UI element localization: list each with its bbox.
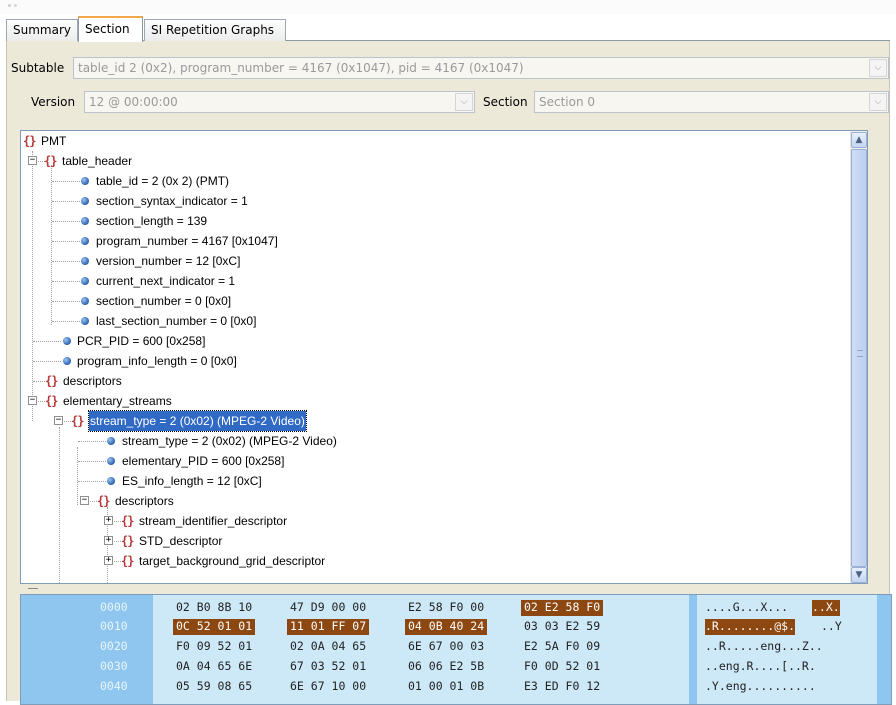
blue-dot-icon [63, 337, 71, 345]
hex-offset: 0020 [100, 639, 128, 653]
hex-ascii: ..R.....eng...Z.. [705, 639, 823, 653]
section-tree[interactable]: {} PMT − {} table_header table_id = 2 (0… [20, 130, 868, 584]
hex-group: 6E 67 10 00 [290, 679, 367, 693]
chevron-down-icon[interactable]: ⌵ [455, 93, 473, 111]
hex-group: 03 03 E2 59 [524, 619, 601, 633]
hex-offset: 0010 [100, 619, 128, 633]
pane-splitter[interactable] [20, 586, 868, 594]
scroll-up-icon[interactable]: ▲ [851, 132, 867, 148]
hex-group: 02 B0 8B 10 [176, 600, 253, 614]
hex-group: 05 59 08 65 [176, 679, 253, 693]
hex-row: 0000 02 B0 8B 10 47 D9 00 00 E2 58 F0 00… [21, 598, 891, 617]
blue-dot-icon [81, 257, 89, 265]
tab-si-repetition-graphs[interactable]: SI Repetition Graphs [144, 19, 286, 41]
section-select[interactable]: Section 0 ⌵ [534, 91, 889, 113]
blue-dot-icon [81, 277, 89, 285]
hex-row: 0020 F0 09 52 01 02 0A 04 65 6E 67 00 03… [21, 637, 891, 656]
hex-ascii: ..eng.R....[..R. [705, 659, 816, 673]
brace-icon: {} [121, 554, 134, 568]
collapse-icon[interactable]: − [28, 156, 37, 165]
brace-icon: {} [44, 154, 57, 168]
version-label: Version [31, 95, 76, 109]
hex-row: 0010 0C 52 01 01 11 01 FF 07 04 0B 40 24… [21, 617, 891, 636]
hex-group: 67 03 52 01 [290, 659, 367, 673]
hex-ascii: .Y.eng.......... [705, 679, 816, 693]
brace-icon: {} [121, 534, 134, 548]
top-strip [0, 0, 896, 14]
hex-group: 0A 04 65 6E [176, 659, 253, 673]
hex-group: E3 ED F0 12 [524, 679, 601, 693]
blue-dot-icon [63, 357, 71, 365]
chevron-down-icon[interactable]: ⌵ [869, 59, 887, 77]
hex-group: 01 00 01 0B [408, 679, 485, 693]
blue-dot-icon [107, 477, 115, 485]
collapse-icon[interactable]: − [80, 496, 89, 505]
brace-icon: {} [121, 514, 134, 528]
hex-group-highlighted: 11 01 FF 07 [287, 619, 370, 635]
hex-group: 06 06 E2 5B [408, 659, 485, 673]
hex-group: F0 09 52 01 [176, 639, 253, 653]
hex-offset: 0040 [100, 679, 128, 693]
brace-icon: {} [45, 394, 58, 408]
drag-grip-icon[interactable] [8, 4, 11, 7]
hex-offset: 0030 [100, 659, 128, 673]
tab-section[interactable]: Section [78, 16, 143, 42]
hex-group: E2 58 F0 00 [408, 600, 485, 614]
hex-ascii-highlighted: ..X. [812, 600, 840, 616]
brace-icon: {} [45, 374, 58, 388]
blue-dot-icon [81, 177, 89, 185]
blue-dot-icon [81, 297, 89, 305]
tree-connector [77, 447, 78, 505]
hex-ascii: ....G...X... [705, 600, 789, 614]
scroll-down-icon[interactable]: ▼ [851, 567, 867, 583]
hex-row: 0040 05 59 08 65 6E 67 10 00 01 00 01 0B… [21, 677, 891, 696]
hex-group: 6E 67 00 03 [408, 639, 485, 653]
hex-group: E2 5A F0 09 [524, 639, 601, 653]
expand-icon[interactable]: + [104, 516, 113, 525]
brace-icon: {} [71, 414, 84, 428]
collapse-icon[interactable]: − [28, 396, 37, 405]
hex-group: 02 0A 04 65 [290, 639, 367, 653]
collapse-icon[interactable]: − [54, 416, 63, 425]
tab-bar: Summary Section SI Repetition Graphs [6, 16, 890, 42]
hex-group-highlighted: 04 0B 40 24 [405, 619, 488, 635]
hex-ascii: ..Y [821, 619, 842, 633]
blue-dot-icon [81, 317, 89, 325]
hex-ascii-highlighted: .R........@$. [705, 619, 796, 635]
hex-group-highlighted: 02 E2 58 F0 [521, 600, 604, 616]
hex-group-highlighted: 0C 52 01 01 [173, 619, 256, 635]
blue-dot-icon [81, 217, 89, 225]
subtable-value: table_id 2 (0x2), program_number = 4167 … [78, 61, 524, 75]
subtable-label: Subtable [11, 61, 65, 75]
scroll-thumb[interactable] [851, 149, 867, 567]
hex-view[interactable]: 0000 02 B0 8B 10 47 D9 00 00 E2 58 F0 00… [20, 594, 892, 705]
tree-vertical-scrollbar[interactable]: ▲ ▼ [850, 131, 867, 583]
hex-group: F0 0D 52 01 [524, 659, 601, 673]
subtable-select[interactable]: table_id 2 (0x2), program_number = 4167 … [73, 57, 889, 79]
expand-icon[interactable]: + [104, 536, 113, 545]
section-value: Section 0 [539, 95, 596, 109]
tab-summary[interactable]: Summary [6, 19, 78, 41]
expand-icon[interactable]: + [104, 556, 113, 565]
version-select[interactable]: 12 @ 00:00:00 ⌵ [84, 91, 475, 113]
blue-dot-icon [81, 197, 89, 205]
blue-dot-icon [81, 237, 89, 245]
chevron-down-icon[interactable]: ⌵ [869, 93, 887, 111]
hex-group: 47 D9 00 00 [290, 600, 367, 614]
section-label: Section [483, 95, 528, 109]
blue-dot-icon [107, 437, 115, 445]
tree-connector [59, 427, 60, 583]
brace-icon: {} [97, 494, 110, 508]
brace-icon: {} [23, 134, 36, 148]
hex-row: 0030 0A 04 65 6E 67 03 52 01 06 06 E2 5B… [21, 657, 891, 676]
version-value: 12 @ 00:00:00 [89, 95, 178, 109]
blue-dot-icon [107, 457, 115, 465]
hex-offset: 0000 [100, 600, 128, 614]
